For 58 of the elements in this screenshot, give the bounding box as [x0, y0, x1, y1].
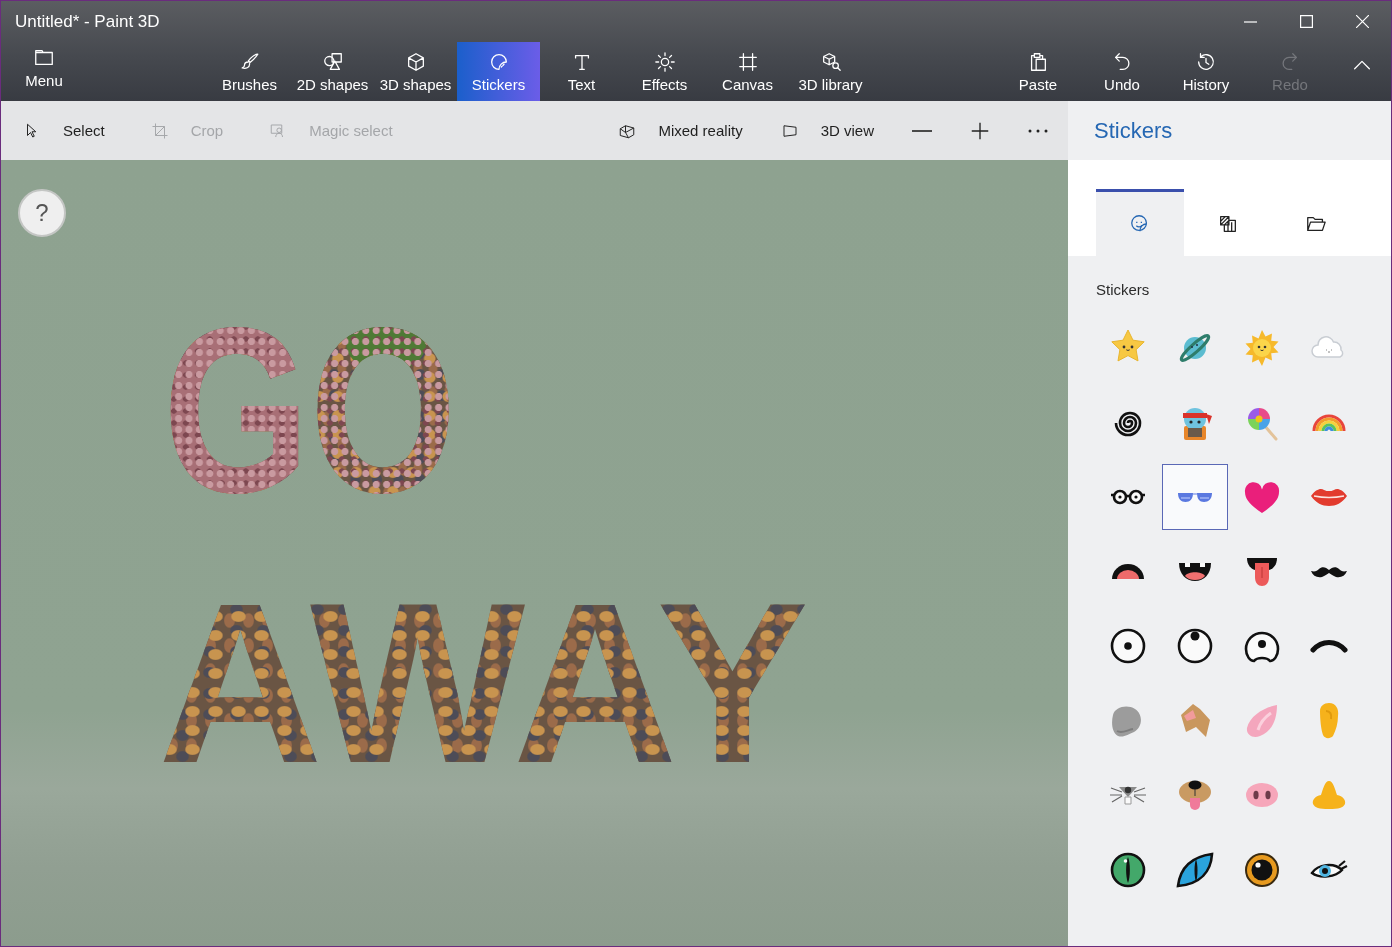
sun-icon [653, 51, 676, 73]
sun-face-icon [1242, 328, 1282, 368]
mustache-icon [1310, 565, 1348, 578]
glasses-icon [1109, 489, 1147, 505]
human-ear-icon [1319, 702, 1339, 739]
squinting-eye-icon [1244, 629, 1280, 663]
ribbon-tab[interactable]: 3D library [789, 42, 872, 101]
tongue-icon [1246, 556, 1278, 587]
ribbon-tab[interactable]: Stickers [457, 42, 540, 101]
dog-nose-icon [1178, 779, 1212, 811]
more-icon [1028, 128, 1048, 133]
slanted-cat-eye-icon [1176, 851, 1214, 888]
rainbow-icon [1311, 413, 1347, 432]
lashed-eye-icon [1310, 859, 1348, 880]
mouse-nose-icon [1109, 785, 1147, 805]
shapes-icon [321, 51, 344, 73]
canvas-frame-icon [736, 51, 759, 73]
texture-icon [1217, 213, 1239, 235]
menu-button[interactable]: Menu [1, 42, 87, 101]
open-mouth-icon [1111, 563, 1145, 580]
minimize-icon [1243, 20, 1257, 23]
plus-icon [971, 121, 989, 140]
ribbon-tab[interactable]: Effects [623, 42, 706, 101]
pointed-ear-icon [1246, 703, 1278, 738]
maximize-icon [1299, 15, 1313, 28]
pig-nose-icon [1245, 782, 1279, 808]
nose-icon [1312, 780, 1346, 810]
view-3d-button[interactable]: 3D view [770, 110, 884, 151]
help-button[interactable]: ? [18, 189, 66, 237]
round-eye-icon [1245, 852, 1279, 887]
mixed-reality-button[interactable]: Mixed reality [608, 110, 753, 151]
eye-icon [1110, 628, 1146, 664]
paste-button[interactable]: Paste [996, 42, 1080, 101]
ribbon-tab[interactable]: 2D shapes [291, 42, 374, 101]
ribbon-tab[interactable]: Canvas [706, 42, 789, 101]
crop-icon [150, 121, 169, 140]
undo-button[interactable]: Undo [1080, 42, 1164, 101]
history-icon [1195, 51, 1217, 73]
section-label: Stickers [1096, 281, 1150, 298]
heart-icon [1244, 480, 1280, 514]
dog-ear-icon [1179, 703, 1211, 738]
cat-eye-icon [1110, 851, 1146, 888]
window-title: Untitled* - Paint 3D [14, 11, 160, 32]
sunglasses-icon [1177, 491, 1213, 503]
sticker-tile[interactable] [1162, 464, 1228, 530]
lips-icon [1310, 487, 1348, 507]
eye-looking-up-icon [1177, 628, 1213, 664]
ribbon-tab[interactable]: 3D shapes [374, 42, 457, 101]
eyebrow-icon [1310, 639, 1348, 653]
ribbon-tab[interactable]: Brushes [208, 42, 291, 101]
close-icon [1355, 15, 1369, 28]
ribbon-tab[interactable]: Text [540, 42, 623, 101]
grin-icon [1178, 561, 1212, 582]
history-button[interactable]: History [1164, 42, 1248, 101]
minus-icon [912, 129, 932, 132]
select-button[interactable]: Select [13, 110, 115, 151]
panel-title: Stickers [1093, 116, 1174, 145]
panel-tab[interactable] [1096, 189, 1184, 256]
